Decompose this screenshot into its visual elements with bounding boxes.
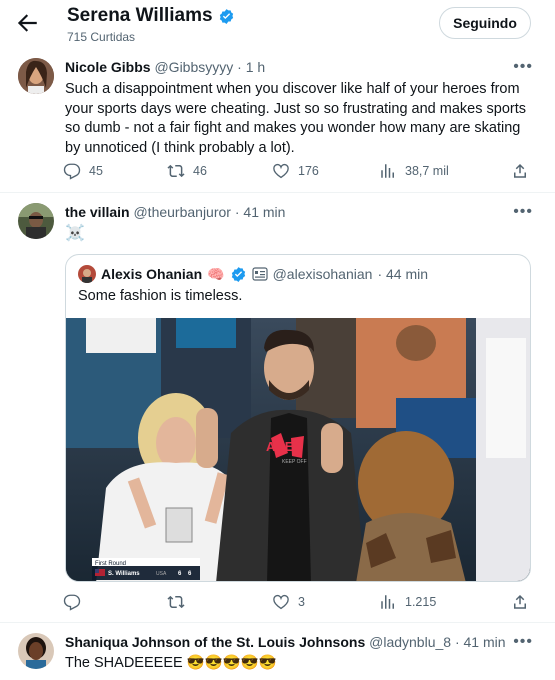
like-icon bbox=[273, 163, 289, 179]
author-name[interactable]: the villain bbox=[65, 204, 130, 220]
quoted-tweet[interactable]: Alexis Ohanian 🧠 @alexisohanian · 44 min… bbox=[65, 254, 531, 582]
avatar[interactable] bbox=[18, 58, 54, 94]
tweet-actions: 3 1.215 bbox=[63, 593, 533, 613]
brain-emoji: 🧠 bbox=[207, 265, 225, 282]
profile-header: Serena Williams 715 Curtidas Seguindo bbox=[0, 0, 555, 50]
avatar-image bbox=[18, 203, 54, 239]
tweet-time[interactable]: · 41 min bbox=[235, 204, 286, 220]
tweet[interactable]: Shaniqua Johnson of the St. Louis Johnso… bbox=[0, 623, 555, 680]
shirt-logo: ARE bbox=[266, 439, 294, 454]
tweet-text: The SHADEEEEE 😎😎😎😎😎 bbox=[65, 655, 277, 671]
author-name[interactable]: Nicole Gibbs bbox=[65, 59, 151, 75]
like-icon bbox=[273, 594, 289, 610]
tweet-meta: the villain @theurbanjuror · 41 min bbox=[65, 204, 285, 220]
quoted-author-handle[interactable]: @alexisohanian bbox=[273, 266, 373, 282]
stadium-crowd-photo: First Round S. Williams USA 6 6 ARE KEEP… bbox=[66, 318, 530, 581]
tweet-text: ☠️ bbox=[65, 225, 85, 242]
reply-icon bbox=[63, 594, 81, 611]
likes-count: 715 Curtidas bbox=[67, 30, 136, 44]
more-icon[interactable]: ••• bbox=[513, 58, 533, 76]
tweet-time[interactable]: · 41 min bbox=[455, 634, 506, 650]
verified-icon bbox=[231, 266, 245, 282]
reply-count: 45 bbox=[89, 164, 103, 178]
affiliate-badge-icon bbox=[251, 267, 268, 281]
tweet-text: Such a disappointment when you discover … bbox=[65, 81, 526, 156]
retweet-button[interactable]: 46 bbox=[167, 162, 207, 180]
more-icon[interactable]: ••• bbox=[513, 203, 533, 221]
avatar[interactable] bbox=[18, 203, 54, 239]
avatar-image bbox=[18, 58, 54, 94]
back-arrow-icon[interactable] bbox=[14, 10, 40, 36]
scoreboard-player: S. Williams bbox=[108, 571, 140, 577]
views-count: 38,7 mil bbox=[405, 164, 449, 178]
tweet-time[interactable]: · 1 h bbox=[237, 59, 265, 75]
tweet-actions: 45 46 176 38,7 mil bbox=[63, 162, 533, 182]
following-button[interactable]: Seguindo bbox=[439, 7, 531, 39]
share-button[interactable] bbox=[511, 162, 529, 180]
views-count: 1.215 bbox=[405, 595, 437, 609]
reply-button[interactable] bbox=[63, 593, 89, 611]
like-button[interactable]: 176 bbox=[272, 162, 319, 180]
share-icon bbox=[514, 163, 526, 178]
retweet-button[interactable] bbox=[167, 593, 193, 611]
like-count: 3 bbox=[298, 595, 305, 609]
share-icon bbox=[514, 594, 526, 609]
quoted-author-name[interactable]: Alexis Ohanian bbox=[101, 266, 202, 282]
views-button[interactable]: 38,7 mil bbox=[379, 162, 449, 180]
quoted-tweet-time[interactable]: · 44 min bbox=[377, 266, 428, 282]
tweet-meta: Nicole Gibbs @Gibbsyyyy · 1 h bbox=[65, 59, 265, 75]
profile-title: Serena Williams bbox=[67, 5, 235, 27]
retweet-count: 46 bbox=[193, 164, 207, 178]
views-icon bbox=[381, 164, 394, 178]
tweet-meta: Shaniqua Johnson of the St. Louis Johnso… bbox=[65, 634, 506, 650]
quoted-tweet-text: Some fashion is timeless. bbox=[78, 288, 243, 304]
tweet[interactable]: Nicole Gibbs @Gibbsyyyy · 1 h ••• Such a… bbox=[0, 50, 555, 193]
profile-name: Serena Williams bbox=[67, 5, 213, 26]
verified-icon bbox=[219, 8, 233, 24]
scoreboard-round: First Round bbox=[95, 561, 126, 567]
reply-icon bbox=[63, 163, 81, 180]
share-button[interactable] bbox=[511, 593, 529, 611]
avatar[interactable] bbox=[78, 265, 96, 283]
shirt-subtext: KEEP OFF bbox=[282, 459, 307, 465]
like-count: 176 bbox=[298, 164, 319, 178]
author-handle[interactable]: @ladynblu_8 bbox=[369, 634, 451, 650]
author-handle[interactable]: @Gibbsyyyy bbox=[154, 59, 233, 75]
scoreboard-country: USA bbox=[156, 571, 167, 577]
retweet-icon bbox=[167, 595, 185, 609]
author-handle[interactable]: @theurbanjuror bbox=[133, 204, 231, 220]
retweet-icon bbox=[167, 164, 185, 178]
avatar[interactable] bbox=[18, 633, 54, 669]
quoted-tweet-meta: Alexis Ohanian 🧠 @alexisohanian · 44 min bbox=[78, 265, 428, 283]
tweet[interactable]: the villain @theurbanjuror · 41 min ••• … bbox=[0, 193, 555, 623]
views-icon bbox=[381, 595, 394, 609]
avatar-image bbox=[18, 633, 54, 669]
reply-button[interactable]: 45 bbox=[63, 162, 103, 180]
author-name[interactable]: Shaniqua Johnson of the St. Louis Johnso… bbox=[65, 634, 365, 650]
more-icon[interactable]: ••• bbox=[513, 633, 533, 651]
like-button[interactable]: 3 bbox=[272, 593, 305, 611]
views-button[interactable]: 1.215 bbox=[379, 593, 436, 611]
quoted-tweet-photo[interactable]: First Round S. Williams USA 6 6 ARE KEEP… bbox=[66, 318, 530, 581]
